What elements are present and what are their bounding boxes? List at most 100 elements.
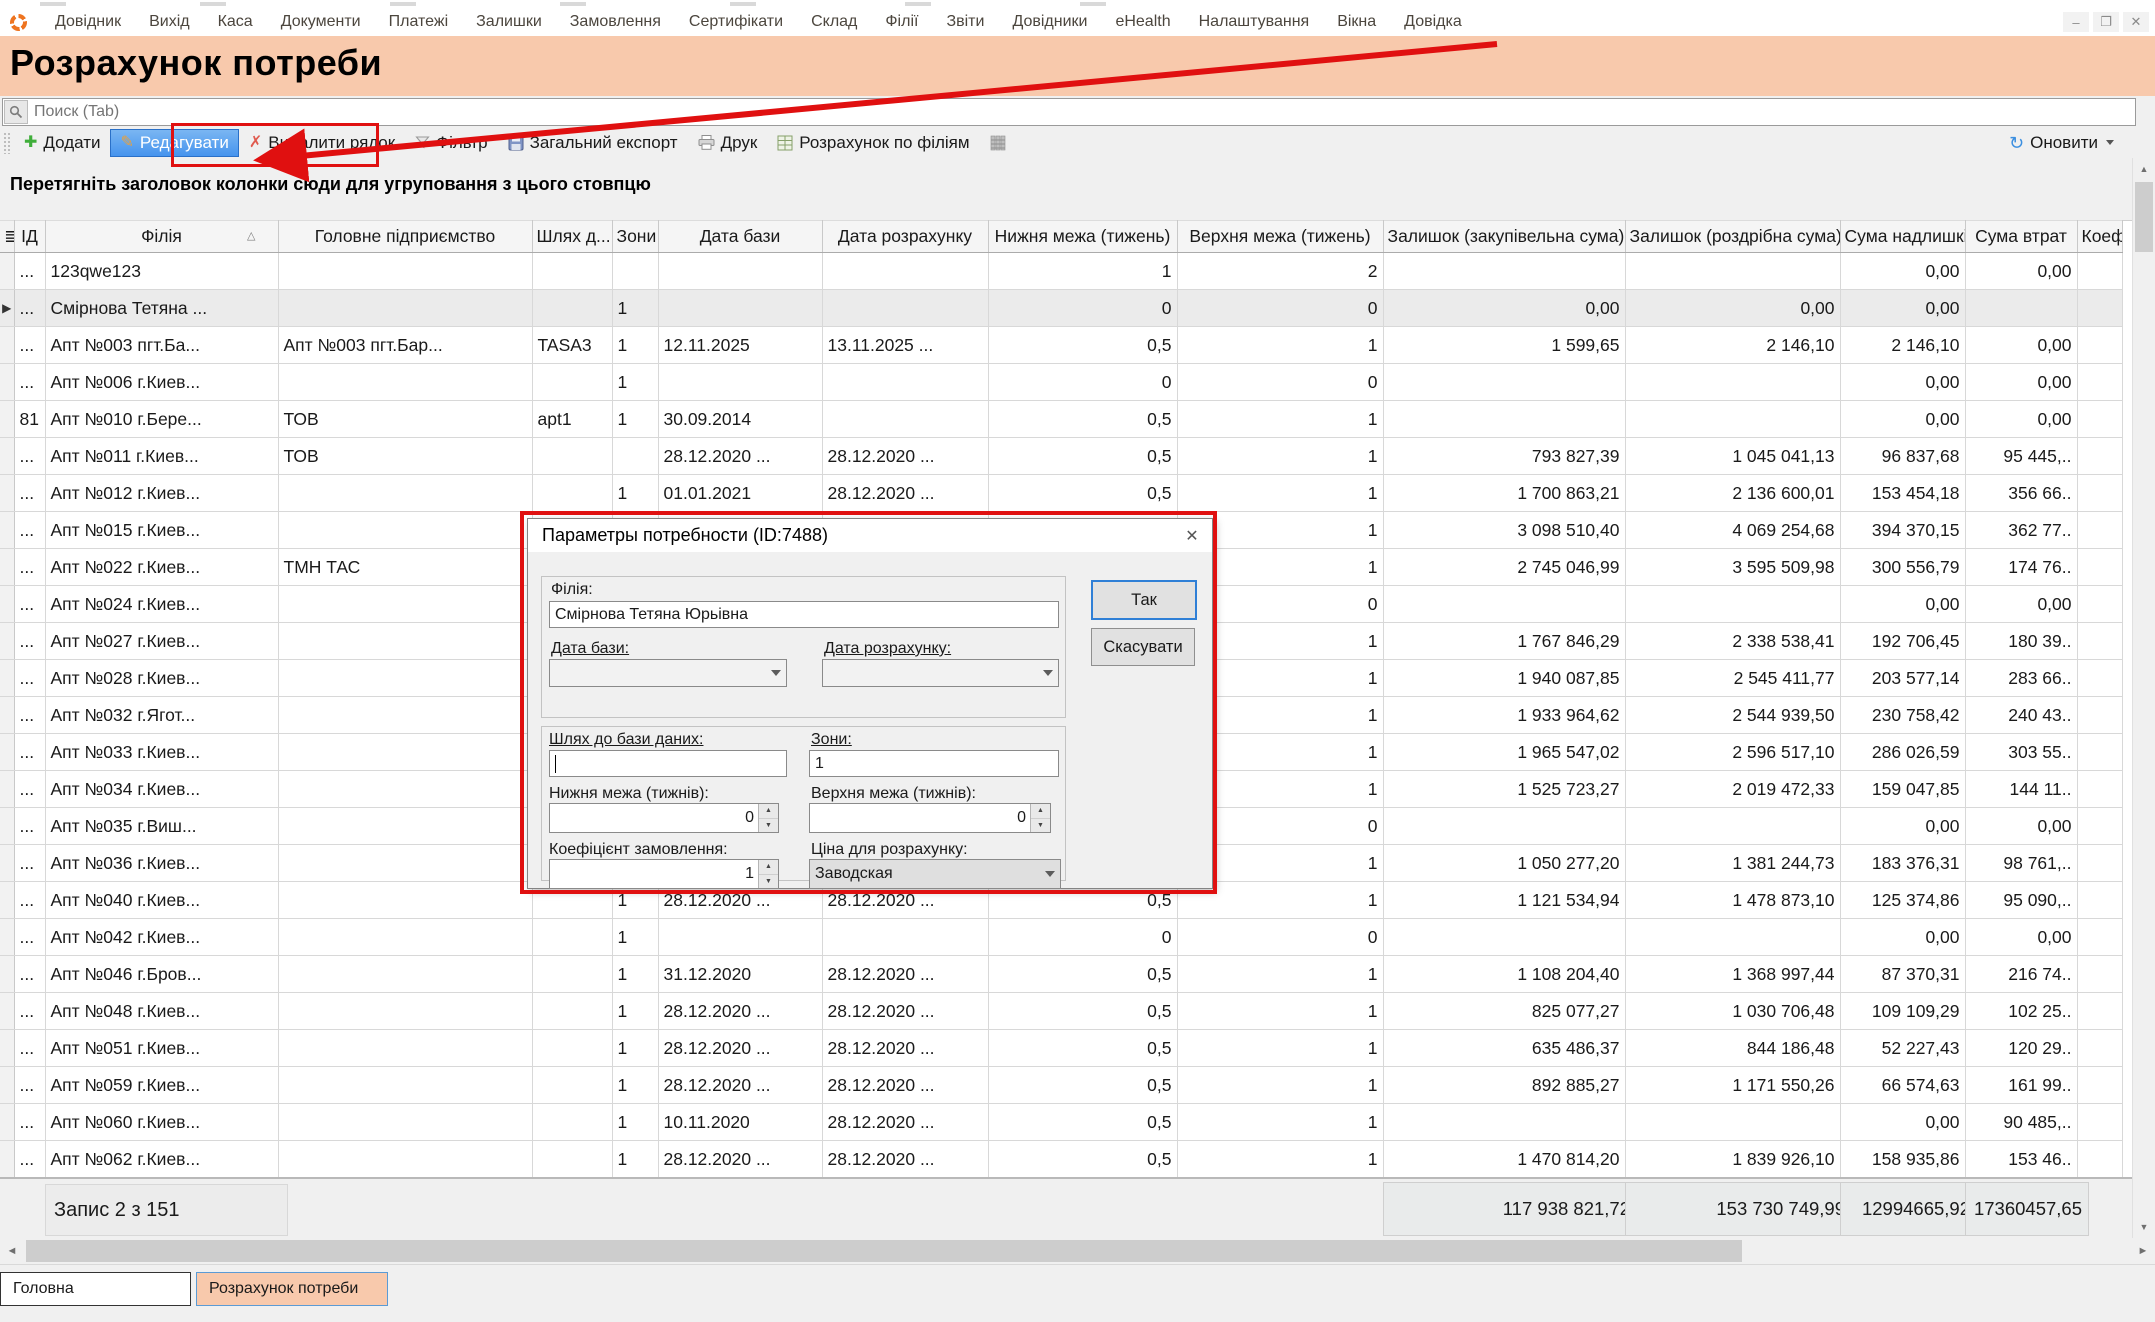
table-cell[interactable]: [2077, 660, 2122, 697]
table-cell[interactable]: 0,5: [988, 1104, 1177, 1141]
table-cell[interactable]: ...: [14, 438, 45, 475]
menu-item-налаштування[interactable]: Налаштування: [1185, 10, 1324, 34]
table-cell[interactable]: [658, 364, 822, 401]
table-cell[interactable]: 1: [612, 364, 658, 401]
column-header-9[interactable]: Залишок (закупівельна сума): [1383, 221, 1625, 253]
table-cell[interactable]: [2077, 808, 2122, 845]
table-cell[interactable]: 159 047,85: [1840, 771, 1965, 808]
table-cell[interactable]: 28.12.2020 ...: [658, 1067, 822, 1104]
menu-item-сертифікати[interactable]: Сертифікати: [675, 10, 797, 34]
upper-limit-stepper[interactable]: 0 ▲▼: [809, 803, 1051, 833]
table-cell[interactable]: 123qwe123: [45, 253, 278, 290]
table-cell[interactable]: [278, 771, 532, 808]
table-cell[interactable]: [2077, 845, 2122, 882]
table-cell[interactable]: Смірнова Тетяна ...: [45, 290, 278, 327]
export-button[interactable]: Загальний експорт: [498, 129, 688, 157]
menu-item-звіти[interactable]: Звіти: [932, 10, 998, 34]
table-cell[interactable]: 844 186,48: [1625, 1030, 1840, 1067]
table-cell[interactable]: 0,5: [988, 438, 1177, 475]
table-cell[interactable]: ...: [14, 327, 45, 364]
table-cell[interactable]: 153 46..: [1965, 1141, 2077, 1178]
table-cell[interactable]: 125 374,86: [1840, 882, 1965, 919]
table-cell[interactable]: Апт №034 г.Киев...: [45, 771, 278, 808]
table-cell[interactable]: Апт №003 пгт.Ба...: [45, 327, 278, 364]
table-cell[interactable]: [2077, 586, 2122, 623]
table-cell[interactable]: [278, 586, 532, 623]
table-cell[interactable]: ...: [14, 660, 45, 697]
table-cell[interactable]: 12.11.2025: [658, 327, 822, 364]
table-cell[interactable]: 28.12.2020 ...: [822, 1104, 988, 1141]
table-cell[interactable]: 1: [1177, 1141, 1383, 1178]
table-cell[interactable]: [658, 919, 822, 956]
table-cell[interactable]: 1: [612, 1104, 658, 1141]
table-row[interactable]: ...Апт №012 г.Киев...101.01.202128.12.20…: [0, 475, 2122, 512]
table-cell[interactable]: [532, 1141, 612, 1178]
table-cell[interactable]: 2 596 517,10: [1625, 734, 1840, 771]
table-cell[interactable]: 362 77..: [1965, 512, 2077, 549]
table-cell[interactable]: ...: [14, 623, 45, 660]
table-cell[interactable]: 1: [1177, 1067, 1383, 1104]
search-box[interactable]: [2, 98, 2136, 126]
table-cell[interactable]: 0,00: [1965, 327, 2077, 364]
table-cell[interactable]: [278, 919, 532, 956]
filter-button[interactable]: Фільтр: [405, 129, 497, 157]
table-cell[interactable]: [532, 1104, 612, 1141]
table-cell[interactable]: 283 66..: [1965, 660, 2077, 697]
table-cell[interactable]: Апт №035 г.Виш...: [45, 808, 278, 845]
table-cell[interactable]: ...: [14, 475, 45, 512]
table-cell[interactable]: 0: [988, 919, 1177, 956]
table-cell[interactable]: [278, 1067, 532, 1104]
column-header-13[interactable]: Коеф: [2077, 221, 2122, 253]
table-cell[interactable]: 0,00: [1840, 808, 1965, 845]
table-cell[interactable]: 394 370,15: [1840, 512, 1965, 549]
table-cell[interactable]: [2077, 438, 2122, 475]
table-cell[interactable]: 2 544 939,50: [1625, 697, 1840, 734]
table-cell[interactable]: 0,00: [1965, 586, 2077, 623]
table-cell[interactable]: 286 026,59: [1840, 734, 1965, 771]
table-cell[interactable]: [822, 253, 988, 290]
table-cell[interactable]: 892 885,27: [1383, 1067, 1625, 1104]
table-cell[interactable]: 52 227,43: [1840, 1030, 1965, 1067]
spin-up-icon[interactable]: ▲: [1031, 804, 1050, 819]
table-cell[interactable]: [2077, 549, 2122, 586]
table-cell[interactable]: 1 030 706,48: [1625, 993, 1840, 1030]
table-cell[interactable]: 825 077,27: [1383, 993, 1625, 1030]
menu-item-склад[interactable]: Склад: [797, 10, 871, 34]
table-cell[interactable]: 87 370,31: [1840, 956, 1965, 993]
scroll-down-icon[interactable]: ▼: [2133, 1216, 2155, 1238]
table-cell[interactable]: [278, 697, 532, 734]
table-cell[interactable]: [1625, 808, 1840, 845]
table-cell[interactable]: 1 599,65: [1383, 327, 1625, 364]
table-cell[interactable]: [2077, 1104, 2122, 1141]
table-cell[interactable]: 2 019 472,33: [1625, 771, 1840, 808]
table-cell[interactable]: ...: [14, 290, 45, 327]
scroll-right-icon[interactable]: ►: [2131, 1238, 2155, 1264]
table-cell[interactable]: 2: [1177, 253, 1383, 290]
table-cell[interactable]: 1: [612, 1141, 658, 1178]
table-cell[interactable]: 10.11.2020: [658, 1104, 822, 1141]
table-cell[interactable]: Апт №006 г.Киев...: [45, 364, 278, 401]
table-cell[interactable]: 28.12.2020 ...: [658, 438, 822, 475]
branch-field[interactable]: Смірнова Тетяна Юрьівна: [549, 601, 1059, 628]
table-cell[interactable]: [2077, 475, 2122, 512]
table-cell[interactable]: [278, 1030, 532, 1067]
table-cell[interactable]: [278, 253, 532, 290]
zones-field[interactable]: 1: [809, 750, 1059, 777]
table-cell[interactable]: ...: [14, 734, 45, 771]
menu-item-ehealth[interactable]: eHealth: [1101, 10, 1184, 34]
edit-button[interactable]: ✎ Редагувати: [110, 129, 238, 157]
table-cell[interactable]: 1: [1177, 401, 1383, 438]
table-cell[interactable]: 102 25..: [1965, 993, 2077, 1030]
table-cell[interactable]: 0,5: [988, 1067, 1177, 1104]
table-cell[interactable]: 1 108 204,40: [1383, 956, 1625, 993]
dialog-title-bar[interactable]: Параметры потребности (ID:7488) ✕: [528, 519, 1212, 552]
table-cell[interactable]: 192 706,45: [1840, 623, 1965, 660]
calc-date-select[interactable]: [822, 659, 1059, 687]
table-cell[interactable]: 1 839 926,10: [1625, 1141, 1840, 1178]
lower-limit-stepper[interactable]: 0 ▲▼: [549, 803, 779, 833]
column-header-3[interactable]: Шлях д...: [532, 221, 612, 253]
table-cell[interactable]: [278, 808, 532, 845]
table-cell[interactable]: [2077, 956, 2122, 993]
table-row[interactable]: ...Апт №059 г.Киев...128.12.2020 ...28.1…: [0, 1067, 2122, 1104]
column-header-4[interactable]: Зони: [612, 221, 658, 253]
